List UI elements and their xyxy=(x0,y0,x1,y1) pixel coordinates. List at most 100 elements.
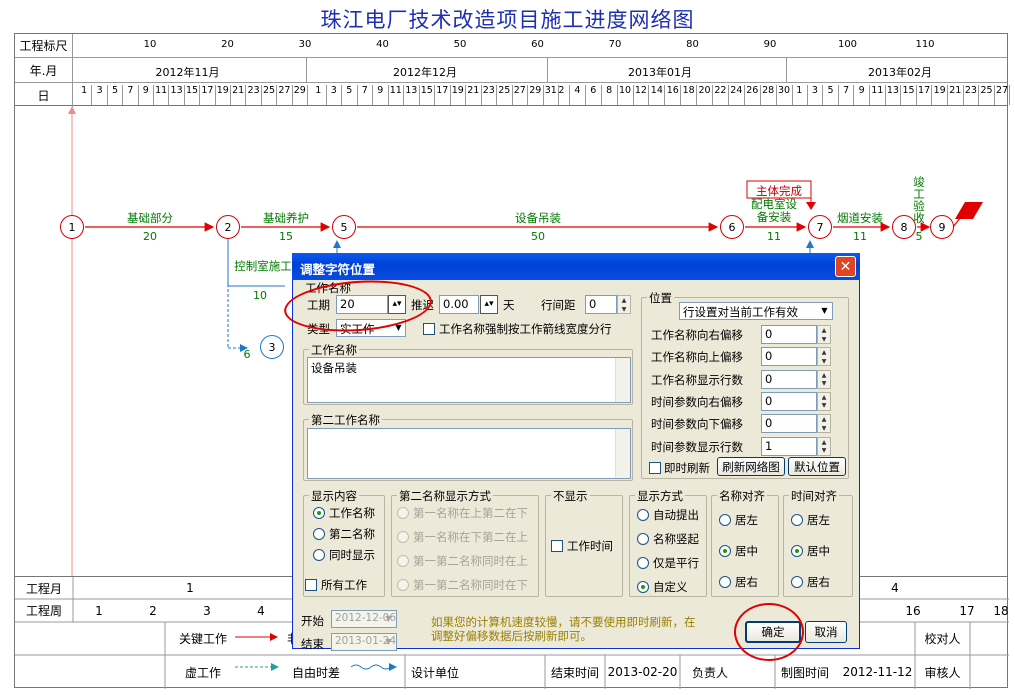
scale-tick: 70 xyxy=(608,39,622,50)
offset-input[interactable]: 0 xyxy=(761,391,817,411)
chevron-down-icon[interactable]: ▼ xyxy=(382,611,395,627)
day-cell: 5 xyxy=(111,85,119,96)
day-cell: 3 xyxy=(96,85,103,96)
offset-spinner[interactable]: ▲ ▼ xyxy=(817,325,831,344)
node-1[interactable]: 1 xyxy=(60,215,84,239)
position-scope-select[interactable]: 行设置对当前工作有效 xyxy=(679,302,833,320)
month-label: 2013年02月 xyxy=(868,66,932,79)
content-option: 同时显示 xyxy=(329,548,375,562)
refresh-diagram-button[interactable]: 刷新网络图 xyxy=(717,457,785,476)
node-6[interactable]: 6 xyxy=(720,215,744,239)
day-cell: 11 xyxy=(155,85,168,96)
instant-refresh-label: 即时刷新 xyxy=(664,461,710,475)
dialog-titlebar[interactable]: 调整字符位置 ✕ xyxy=(292,253,860,280)
offset-spinner[interactable]: ▲ ▼ xyxy=(817,436,831,456)
time-align-radio[interactable] xyxy=(791,545,803,557)
time-align-option: 居右 xyxy=(807,575,830,589)
name-align-radio[interactable] xyxy=(719,514,731,526)
second-name-textarea[interactable] xyxy=(307,428,631,479)
node-5[interactable]: 5 xyxy=(332,215,356,239)
task-name-textarea[interactable]: 设备吊装 xyxy=(307,357,631,403)
week-cell: 17 xyxy=(959,603,975,618)
day-cell: 27 xyxy=(996,85,1009,96)
day-cell: 15 xyxy=(185,85,199,96)
day-cell: 17 xyxy=(918,85,931,96)
offset-spinner[interactable]: ▲ ▼ xyxy=(817,347,831,367)
delay-input[interactable]: 0.00 xyxy=(439,295,479,314)
mode-radio[interactable] xyxy=(637,557,649,569)
task-name[interactable]: 设备吊装 xyxy=(498,210,578,226)
default-position-button[interactable]: 默认位置 xyxy=(788,457,846,476)
node-2[interactable]: 2 xyxy=(216,215,240,239)
offset-input[interactable]: 0 xyxy=(761,414,817,434)
task-duration: 50 xyxy=(531,230,545,243)
task-name[interactable]: 基础部分 xyxy=(110,210,190,226)
name-align-radio[interactable] xyxy=(719,576,731,588)
scale-tick: 20 xyxy=(221,39,234,50)
task-name[interactable]: 烟道安装 xyxy=(830,210,890,226)
day-cell: 26 xyxy=(746,85,759,96)
instant-refresh-checkbox[interactable] xyxy=(649,462,661,474)
all-work-checkbox[interactable] xyxy=(305,579,317,591)
offset-spinner[interactable]: ▲ ▼ xyxy=(817,369,831,389)
second-mode-radio[interactable] xyxy=(397,555,409,567)
chevron-down-icon[interactable]: ▼ xyxy=(382,634,395,650)
milestone-label[interactable]: 主体完成 xyxy=(748,183,810,199)
offset-label: 时间参数显示行数 xyxy=(651,439,743,454)
name-align-radio[interactable] xyxy=(719,545,731,557)
content-radio[interactable] xyxy=(313,507,325,519)
delay-spin-icon[interactable]: ▴▾ xyxy=(480,295,498,314)
close-icon[interactable]: ✕ xyxy=(835,256,856,277)
textarea-scrollbar[interactable] xyxy=(615,358,630,402)
offset-input[interactable]: 1 xyxy=(761,436,817,456)
day-cell: 23 xyxy=(482,85,495,96)
task-name[interactable]: 控制室施工 xyxy=(233,260,293,272)
node-7[interactable]: 7 xyxy=(808,215,832,239)
day-cell: 19 xyxy=(216,85,229,96)
day-cell: 6 xyxy=(590,85,597,96)
cancel-button[interactable]: 取消 xyxy=(805,621,847,643)
second-mode-radio[interactable] xyxy=(397,531,409,543)
force-wrap-label: 工作名称强制按工作箭线宽度分行 xyxy=(439,322,612,336)
time-align-radio[interactable] xyxy=(791,576,803,588)
day-cell: 21 xyxy=(467,85,480,96)
row-gap-spinner[interactable]: ▲ ▼ xyxy=(617,295,631,314)
day-cell: 10 xyxy=(618,85,632,96)
chevron-down-icon[interactable]: ▼ xyxy=(818,303,831,319)
offset-input[interactable]: 0 xyxy=(761,369,817,389)
offset-spinner[interactable]: ▲ ▼ xyxy=(817,391,831,411)
content-fieldset-label: 显示内容 xyxy=(309,488,359,504)
second-mode-radio[interactable] xyxy=(397,579,409,591)
hide-time-label: 工作时间 xyxy=(567,539,613,553)
task-name[interactable]: 配电室设备安装 xyxy=(749,198,799,224)
all-work-label: 所有工作 xyxy=(321,578,367,592)
task-duration: 11 xyxy=(853,230,867,243)
node-3[interactable]: 3 xyxy=(260,335,284,359)
mode-radio[interactable] xyxy=(637,581,649,593)
end-time-value: 2013-02-20 xyxy=(607,665,678,679)
day-cell: 27 xyxy=(513,85,526,96)
content-radio[interactable] xyxy=(313,528,325,540)
day-cell: 1 xyxy=(315,85,322,96)
node-9[interactable]: 9 xyxy=(930,215,954,239)
offset-input[interactable]: 0 xyxy=(761,325,817,344)
second-mode-radio[interactable] xyxy=(397,507,409,519)
force-wrap-checkbox[interactable] xyxy=(423,323,435,335)
content-radio[interactable] xyxy=(313,549,325,561)
day-cell: 5 xyxy=(346,85,353,96)
offset-input[interactable]: 0 xyxy=(761,347,817,367)
task-name[interactable]: 竣工验收 xyxy=(912,176,926,224)
textarea-scrollbar[interactable] xyxy=(615,429,630,478)
mode-radio[interactable] xyxy=(637,509,649,521)
task-name[interactable]: 基础养护 xyxy=(246,210,326,226)
day-cell: 18 xyxy=(682,85,695,96)
day-row-label: 日 xyxy=(15,83,73,107)
time-align-radio[interactable] xyxy=(791,514,803,526)
day-cell: 11 xyxy=(871,85,884,96)
mode-radio[interactable] xyxy=(637,533,649,545)
offset-spinner[interactable]: ▲ ▼ xyxy=(817,414,831,434)
hide-time-checkbox[interactable] xyxy=(551,540,563,552)
design-unit-label: 设计单位 xyxy=(410,665,459,680)
day-divider xyxy=(1009,85,1011,105)
row-gap-input[interactable]: 0 xyxy=(585,295,617,314)
